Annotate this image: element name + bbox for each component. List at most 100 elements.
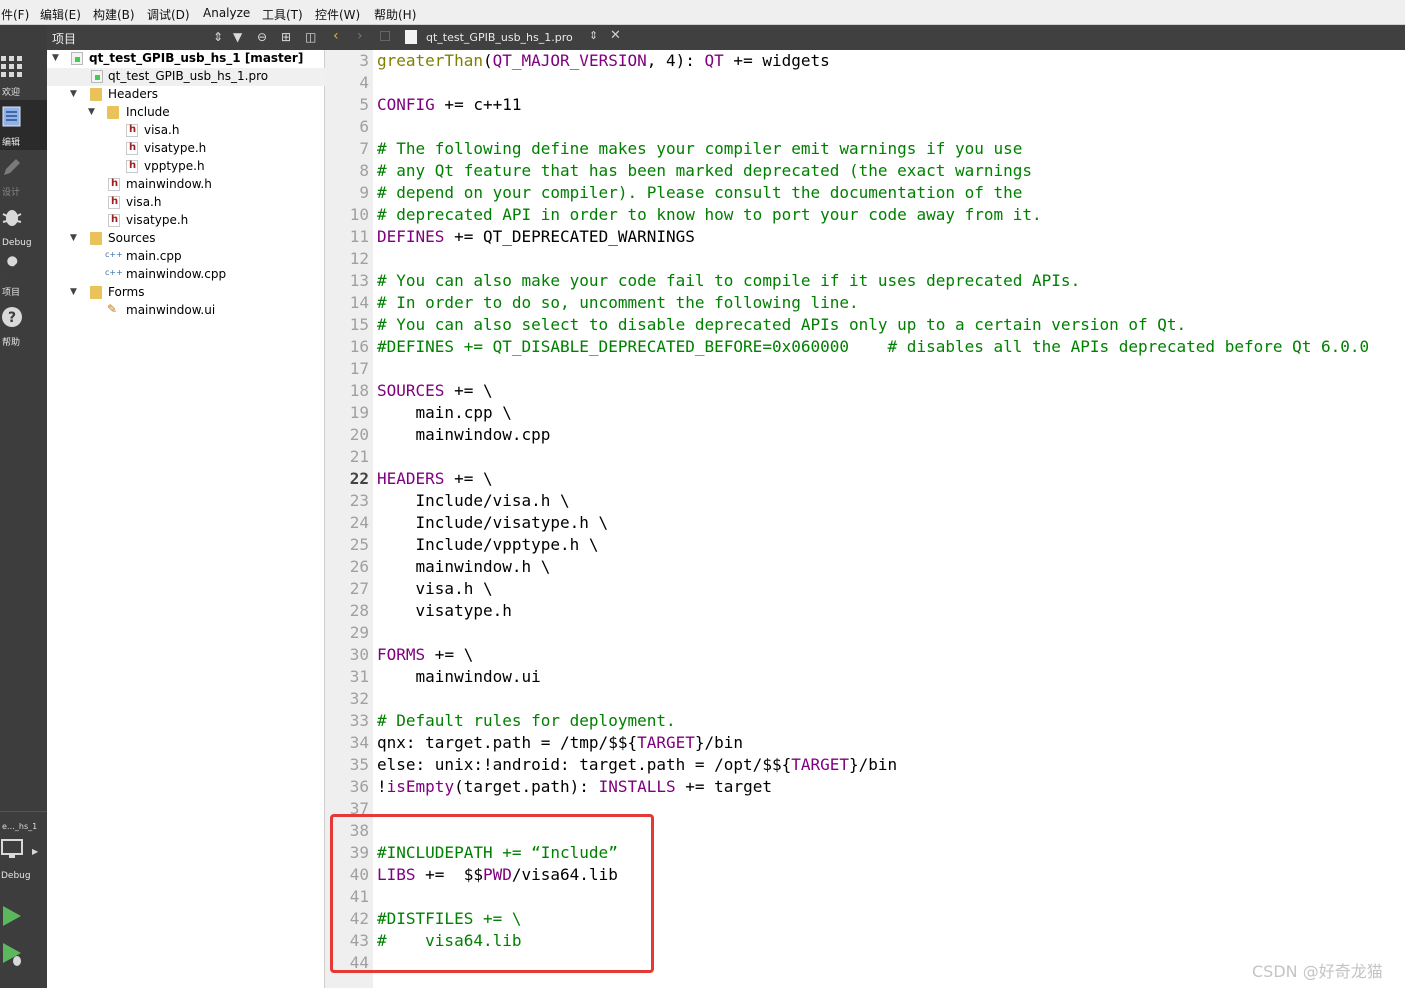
code-line[interactable]: HEADERS += \ xyxy=(377,468,493,490)
line-number: 25 xyxy=(349,535,369,554)
tree-item-pro-file[interactable]: qt_test_GPIB_usb_hs_1.pro xyxy=(47,68,325,86)
debug-run-button[interactable] xyxy=(0,940,47,970)
code-line[interactable]: mainwindow.ui xyxy=(377,666,541,688)
menu-edit[interactable]: 编辑(E) xyxy=(40,6,81,23)
tree-item-label: mainwindow.cpp xyxy=(126,267,227,281)
tree-item-label: Forms xyxy=(108,285,145,299)
expand-arrow-icon[interactable]: ▼ xyxy=(70,89,77,99)
code-token: Include/vpptype.h \ xyxy=(377,535,599,554)
code-line[interactable]: # The following define makes your compil… xyxy=(377,138,1022,160)
mode-debug[interactable]: Debug xyxy=(0,200,47,250)
code-line[interactable]: mainwindow.h \ xyxy=(377,556,551,578)
code-line[interactable]: # depend on your compiler). Please consu… xyxy=(377,182,1022,204)
code-line[interactable]: greaterThan(QT_MAJOR_VERSION, 4): QT += … xyxy=(377,50,830,72)
lock-icon[interactable] xyxy=(380,31,390,41)
split-icon[interactable]: ⊞ xyxy=(281,30,291,44)
code-line[interactable]: # deprecated API in order to know how to… xyxy=(377,204,1042,226)
tree-item-file[interactable]: visa.h xyxy=(47,194,325,212)
tree-item-include[interactable]: ▼ Include xyxy=(47,104,325,122)
svg-text:?: ? xyxy=(8,310,16,326)
code-line[interactable]: # You can also make your code fail to co… xyxy=(377,270,1080,292)
menu-file[interactable]: 件(F) xyxy=(1,6,29,23)
kit-build-label: Debug xyxy=(1,871,31,881)
view-selector-arrows-icon[interactable]: ⇕ xyxy=(213,30,223,44)
code-token: ( xyxy=(482,51,493,70)
menu-widgets[interactable]: 控件(W) xyxy=(315,6,360,23)
tree-item-file[interactable]: visa.h xyxy=(47,122,325,140)
close-document-icon[interactable]: ✕ xyxy=(610,28,621,43)
tree-item-file[interactable]: main.cpp xyxy=(47,248,325,266)
code-line[interactable]: Include/visa.h \ xyxy=(377,490,570,512)
folder-icon xyxy=(90,232,102,245)
tree-item-forms[interactable]: ▼ Forms xyxy=(47,284,325,302)
tree-item-file[interactable]: vpptype.h xyxy=(47,158,325,176)
mode-sidebar: 欢迎 编辑 设计 Debug 项目 ? 帮助 e…_hs_1 ▶ Debug xyxy=(0,25,47,988)
mode-projects[interactable]: 项目 xyxy=(0,250,47,300)
open-file-name[interactable]: qt_test_GPIB_usb_hs_1.pro xyxy=(426,31,573,44)
tree-item-file[interactable]: mainwindow.cpp xyxy=(47,266,325,284)
code-line[interactable]: Include/visatype.h \ xyxy=(377,512,609,534)
run-button[interactable] xyxy=(0,903,47,929)
code-line[interactable]: else: unix:!android: target.path = /opt/… xyxy=(377,754,897,776)
line-number: 33 xyxy=(349,711,369,730)
menu-analyze[interactable]: Analyze xyxy=(203,6,250,20)
menu-help[interactable]: 帮助(H) xyxy=(374,6,416,23)
tree-item-file[interactable]: mainwindow.h xyxy=(47,176,325,194)
code-line[interactable]: qnx: target.path = /tmp/$${TARGET}/bin xyxy=(377,732,743,754)
menu-build[interactable]: 构建(B) xyxy=(93,6,135,23)
code-line[interactable]: #DEFINES += QT_DISABLE_DEPRECATED_BEFORE… xyxy=(377,336,1369,358)
ui-file-icon xyxy=(107,302,119,317)
expand-arrow-icon[interactable]: ▼ xyxy=(88,107,95,117)
mode-label: 编辑 xyxy=(2,138,21,148)
code-line[interactable]: # You can also select to disable depreca… xyxy=(377,314,1186,336)
code-line[interactable]: SOURCES += \ xyxy=(377,380,493,402)
tree-item-file[interactable]: visatype.h xyxy=(47,212,325,230)
close-pane-icon[interactable]: ◫ xyxy=(305,30,316,44)
expand-arrow-icon[interactable]: ▼ xyxy=(70,233,77,243)
code-line[interactable]: main.cpp \ xyxy=(377,402,512,424)
tree-item-label: mainwindow.h xyxy=(126,177,212,191)
menu-debug[interactable]: 调试(D) xyxy=(147,6,190,23)
tree-item-file[interactable]: mainwindow.ui xyxy=(47,302,325,320)
tree-item-label: main.cpp xyxy=(126,249,182,263)
code-line[interactable]: # In order to do so, uncomment the follo… xyxy=(377,292,859,314)
project-pane-title[interactable]: 项目 xyxy=(52,30,76,47)
link-icon[interactable]: ⊖ xyxy=(257,30,267,44)
filter-icon[interactable]: ▼ xyxy=(233,30,242,44)
code-line[interactable]: visatype.h xyxy=(377,600,512,622)
line-number: 17 xyxy=(349,359,369,378)
code-line[interactable]: CONFIG += c++11 xyxy=(377,94,522,116)
tree-item-sources[interactable]: ▼ Sources xyxy=(47,230,325,248)
kit-selector[interactable]: ▶ Debug xyxy=(0,837,47,883)
code-line[interactable]: mainwindow.cpp xyxy=(377,424,551,446)
mode-design[interactable]: 设计 xyxy=(0,150,47,200)
mode-edit[interactable]: 编辑 xyxy=(0,100,47,150)
tree-item-project[interactable]: ▼ qt_test_GPIB_usb_hs_1 [master] xyxy=(47,50,325,68)
code-line[interactable]: visa.h \ xyxy=(377,578,493,600)
code-line[interactable]: FORMS += \ xyxy=(377,644,473,666)
code-token: # deprecated API in order to know how to… xyxy=(377,205,1042,224)
cpp-file-icon xyxy=(105,268,123,281)
nav-back-icon[interactable]: ‹ xyxy=(333,28,339,44)
code-line[interactable]: # Default rules for deployment. xyxy=(377,710,676,732)
code-line[interactable]: Include/vpptype.h \ xyxy=(377,534,599,556)
tree-item-headers[interactable]: ▼ Headers xyxy=(47,86,325,104)
code-token: HEADERS xyxy=(377,469,445,488)
folder-icon xyxy=(90,88,102,101)
code-line[interactable]: DEFINES += QT_DEPRECATED_WARNINGS xyxy=(377,226,695,248)
line-number: 36 xyxy=(349,777,369,796)
mode-welcome[interactable]: 欢迎 xyxy=(0,50,47,100)
mode-help[interactable]: ? 帮助 xyxy=(0,300,47,350)
expand-arrow-icon[interactable]: ▼ xyxy=(52,53,59,63)
nav-forward-icon[interactable]: › xyxy=(357,28,363,44)
wrench-icon xyxy=(5,256,18,275)
menu-tools[interactable]: 工具(T) xyxy=(262,6,303,23)
tree-item-file[interactable]: visatype.h xyxy=(47,140,325,158)
document-selector-arrows-icon[interactable]: ⇕ xyxy=(589,29,598,42)
pro-file-icon xyxy=(405,30,417,44)
debug-run-icon xyxy=(3,943,21,966)
expand-arrow-icon[interactable]: ▼ xyxy=(70,287,77,297)
code-line[interactable]: # any Qt feature that has been marked de… xyxy=(377,160,1032,182)
code-line[interactable]: !isEmpty(target.path): INSTALLS += targe… xyxy=(377,776,772,798)
code-token: Include/visatype.h \ xyxy=(377,513,609,532)
